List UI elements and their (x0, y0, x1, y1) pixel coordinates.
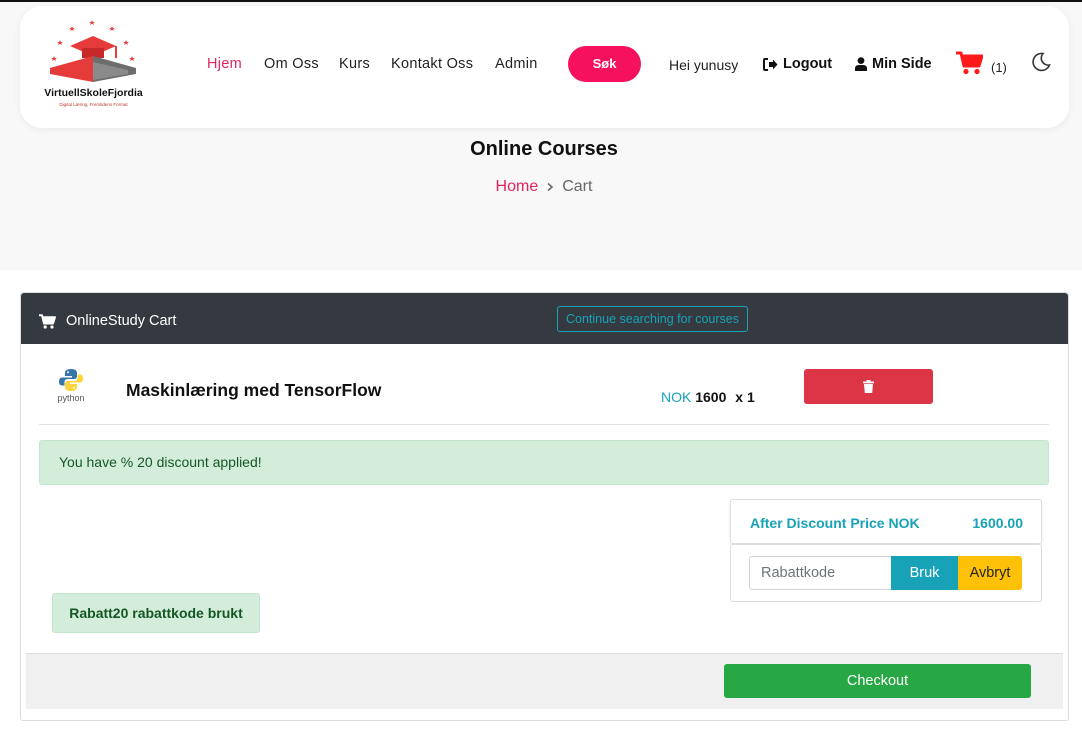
cart-card: OnlineStudy Cart Continue searching for … (20, 292, 1069, 721)
after-discount-label: After Discount Price NOK (750, 515, 920, 531)
brand-tagline: Digital Læring, Fremtidens Format (59, 102, 128, 107)
checkout-button[interactable]: Checkout (724, 664, 1031, 698)
cart-title-label: OnlineStudy Cart (66, 313, 177, 329)
site-logo[interactable]: VirtuellSkoleFjordia Digital Læring, Fre… (36, 16, 151, 116)
coupon-box: Bruk Avbryt (730, 544, 1042, 602)
search-button[interactable]: Søk (568, 46, 641, 82)
item-price: NOK 1600 x 1 (661, 389, 755, 405)
logout-label: Logout (783, 56, 833, 72)
page-title: Online Courses (470, 138, 618, 160)
nav-cart-button[interactable]: (1) (956, 51, 1007, 75)
apply-coupon-button[interactable]: Bruk (891, 556, 958, 590)
course-name: Maskinlæring med TensorFlow (126, 380, 382, 400)
item-quantity: x 1 (735, 389, 755, 405)
user-icon (855, 57, 867, 71)
remove-item-button[interactable] (804, 369, 933, 404)
cart-item: python Maskinlæring med TensorFlow NOK 1… (39, 344, 1049, 425)
cart-count: (1) (991, 59, 1007, 75)
breadcrumb-home[interactable]: Home (496, 178, 539, 196)
coupon-input[interactable] (749, 556, 892, 590)
discount-alert: You have % 20 discount applied! (39, 440, 1049, 485)
after-discount-value: 1600.00 (972, 515, 1023, 531)
price-currency: NOK (661, 389, 692, 405)
cart-title: OnlineStudy Cart (39, 313, 176, 329)
nav-kurs[interactable]: Kurs (339, 56, 370, 72)
user-greeting: Hei yunusy (669, 57, 739, 73)
nav-om-oss[interactable]: Om Oss (264, 56, 319, 72)
cart-icon (39, 313, 56, 329)
python-logo-text: python (57, 393, 85, 403)
cart-header: OnlineStudy Cart Continue searching for … (21, 293, 1068, 344)
python-logo: python (53, 366, 93, 410)
brand-name: VirtuellSkoleFjordia (44, 87, 143, 99)
coupon-used-badge: Rabatt20 rabattkode brukt (52, 593, 260, 633)
after-discount-box: After Discount Price NOK 1600.00 (730, 499, 1042, 544)
cart-footer: Checkout (26, 653, 1063, 709)
chevron-right-icon (547, 182, 554, 192)
nav-admin[interactable]: Admin (495, 56, 538, 72)
min-side-label: Min Side (872, 56, 932, 72)
price-amount: 1600 (695, 389, 727, 405)
min-side-link[interactable]: Min Side (855, 56, 932, 72)
navbar: VirtuellSkoleFjordia Digital Læring, Fre… (20, 6, 1069, 128)
trash-icon (863, 380, 874, 393)
graduation-cap-logo-icon (50, 20, 136, 82)
nav-kontakt-oss[interactable]: Kontakt Oss (391, 56, 473, 72)
moon-icon (1032, 52, 1051, 72)
nav-hjem[interactable]: Hjem (207, 56, 242, 72)
theme-toggle[interactable] (1031, 52, 1051, 77)
breadcrumb-current: Cart (562, 178, 593, 195)
cancel-coupon-button[interactable]: Avbryt (958, 556, 1022, 590)
breadcrumb: Home Cart (0, 178, 1082, 196)
cart-icon (956, 51, 983, 75)
python-logo-icon (59, 369, 83, 391)
logout-link[interactable]: Logout (763, 56, 832, 72)
logout-icon (763, 57, 778, 71)
continue-searching-button[interactable]: Continue searching for courses (557, 306, 748, 332)
